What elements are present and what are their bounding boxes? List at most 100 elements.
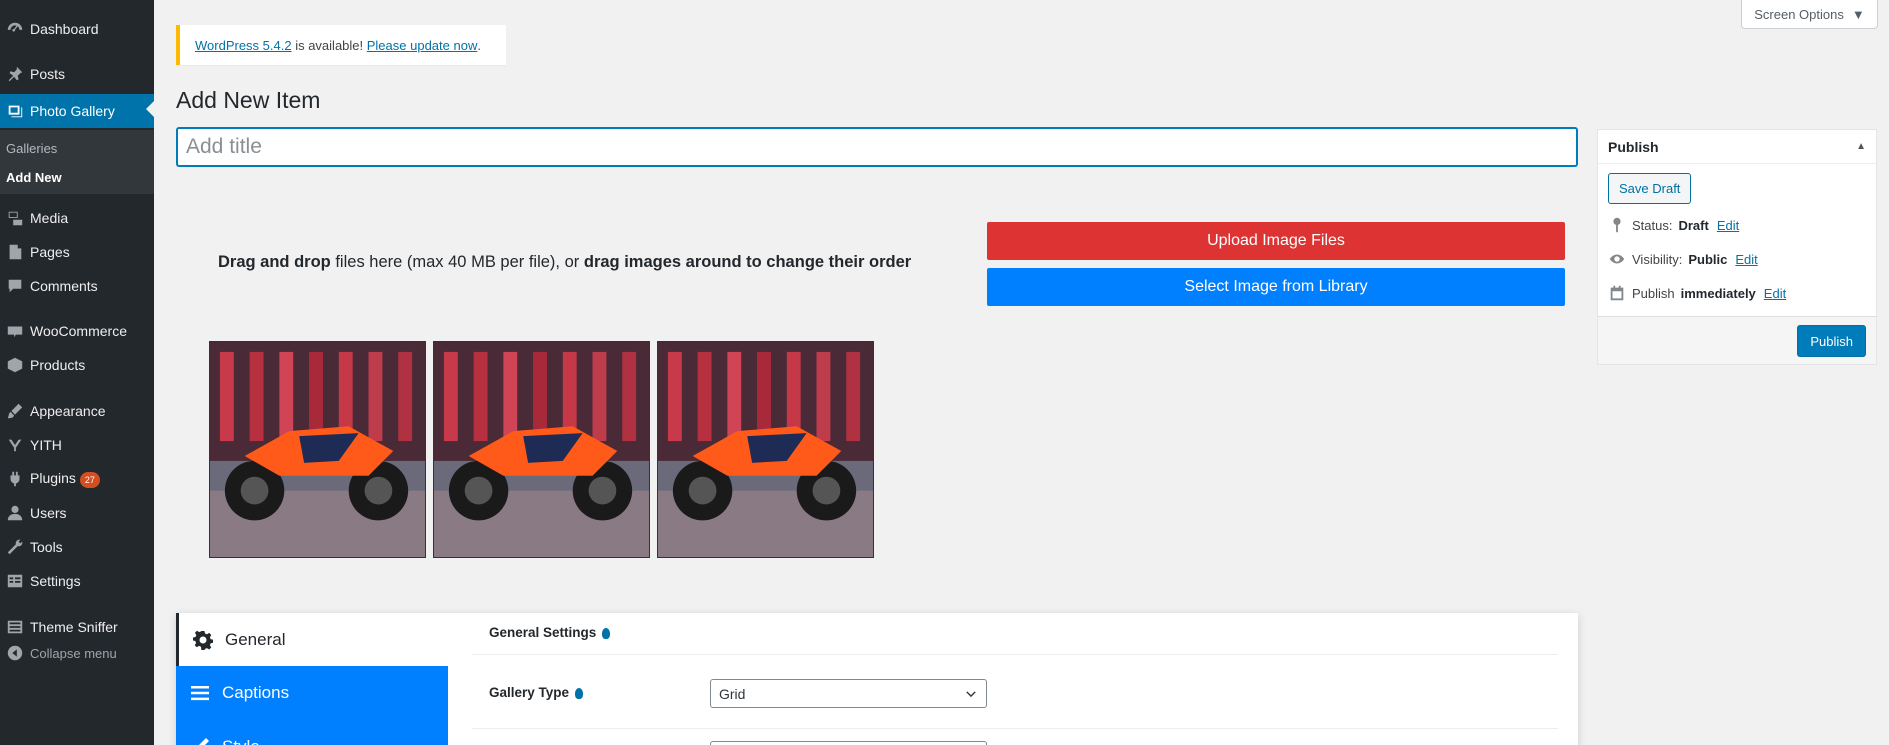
- update-now-link[interactable]: Please update now: [367, 38, 478, 53]
- page-title: Add New Item: [176, 87, 321, 113]
- motorcycle-image: [434, 342, 649, 557]
- gallery-type-value: Grid: [719, 685, 746, 702]
- comments-icon: [0, 276, 30, 296]
- sidebar-item-label: Appearance: [30, 403, 106, 419]
- calendar-icon: [1610, 285, 1624, 301]
- sidebar-item-tools[interactable]: Tools: [0, 532, 154, 562]
- drag-drop-instructions: Drag and drop files here (max 40 MB per …: [218, 253, 911, 272]
- sidebar-item-appearance[interactable]: Appearance: [0, 396, 154, 426]
- sidebar-item-label: Theme Sniffer: [30, 619, 118, 635]
- toggle-panel-icon[interactable]: ▲: [1856, 141, 1866, 152]
- sidebar-item-photo-gallery[interactable]: Photo Gallery: [0, 94, 154, 128]
- yith-icon: [0, 435, 30, 455]
- sidebar-item-products[interactable]: Products: [0, 350, 154, 380]
- sidebar-item-settings[interactable]: Settings: [0, 566, 154, 596]
- pin-icon: [1613, 217, 1621, 233]
- sidebar-item-comments[interactable]: Comments: [0, 271, 154, 301]
- plugin-updates-badge: 27: [79, 471, 100, 488]
- title-input[interactable]: [176, 127, 1578, 167]
- screen-options-button[interactable]: Screen Options ▼: [1741, 0, 1878, 29]
- admin-sidebar: Dashboard Posts Photo Gallery Galleries …: [0, 0, 154, 745]
- tools-icon: [0, 537, 30, 557]
- collapse-label: Collapse menu: [30, 645, 117, 661]
- gallery-thumbnail[interactable]: [433, 341, 650, 558]
- publish-actions: Publish: [1598, 316, 1876, 364]
- motorcycle-image: [210, 342, 425, 557]
- eye-icon: [1609, 254, 1625, 264]
- media-icon: [0, 208, 30, 228]
- screen-options-label: Screen Options: [1754, 6, 1844, 22]
- sidebar-item-label: Dashboard: [30, 21, 99, 37]
- save-draft-button[interactable]: Save Draft: [1608, 173, 1692, 204]
- edit-schedule-link[interactable]: Edit: [1764, 286, 1786, 301]
- collapse-menu-button[interactable]: Collapse menu: [0, 638, 154, 668]
- status-label: Status:: [1632, 217, 1673, 233]
- publish-box-title: Publish: [1608, 138, 1659, 155]
- divider: [472, 728, 1558, 729]
- gallery-thumbnail[interactable]: [209, 341, 426, 558]
- sidebar-item-label: Tools: [30, 539, 63, 555]
- gear-icon: [193, 630, 213, 650]
- sidebar-item-pages[interactable]: Pages: [0, 237, 154, 267]
- dnd-bold-2: drag images around to change their order: [583, 253, 912, 271]
- photo-gallery-submenu: Galleries Add New: [0, 130, 154, 194]
- publish-box: Publish ▲ Save Draft Status: Draft Edit …: [1597, 129, 1877, 365]
- dropdown-arrow-icon: ▼: [1851, 6, 1865, 22]
- sidebar-item-media[interactable]: Media: [0, 203, 154, 233]
- sidebar-item-label: WooCommerce: [30, 323, 127, 339]
- collapse-icon: [0, 643, 30, 663]
- sidebar-item-plugins[interactable]: Plugins 27: [0, 464, 154, 494]
- menu-lines-icon: [191, 686, 209, 701]
- theme-sniffer-icon: [0, 617, 30, 637]
- motorcycle-image: [658, 342, 873, 557]
- tab-captions[interactable]: Captions: [176, 666, 448, 720]
- sidebar-item-users[interactable]: Users: [0, 498, 154, 528]
- publish-box-header[interactable]: Publish ▲: [1598, 130, 1876, 164]
- sidebar-item-posts[interactable]: Posts: [0, 59, 154, 89]
- general-settings-title: General Settings: [489, 625, 611, 640]
- plugins-label: Plugins: [30, 470, 76, 487]
- sidebar-item-label: Pages: [30, 244, 70, 260]
- sidebar-item-label: Photo Gallery: [30, 103, 115, 119]
- schedule-value: immediately: [1680, 285, 1756, 301]
- gallery-type-text: Gallery Type: [489, 685, 570, 700]
- upload-image-files-button[interactable]: Upload Image Files: [987, 222, 1565, 260]
- update-notice: WordPress 5.4.2 is available! Please upd…: [176, 25, 506, 65]
- status-row: Status: Draft Edit: [1608, 216, 1739, 234]
- sidebar-item-label: Comments: [30, 278, 98, 294]
- schedule-label: Publish: [1632, 285, 1675, 301]
- appearance-icon: [0, 401, 30, 421]
- submenu-item-add-new[interactable]: Add New: [6, 170, 62, 185]
- tab-general-label: General: [225, 630, 286, 649]
- lightbulb-icon[interactable]: [574, 687, 583, 699]
- wordpress-version-link[interactable]: WordPress 5.4.2: [195, 38, 292, 53]
- chevron-down-icon: [966, 690, 976, 697]
- users-icon: [0, 503, 30, 523]
- gallery-type-select[interactable]: Grid: [710, 679, 987, 708]
- tab-captions-label: Captions: [222, 683, 290, 702]
- submenu-item-galleries[interactable]: Galleries: [6, 141, 57, 156]
- edit-visibility-link[interactable]: Edit: [1735, 252, 1757, 267]
- lightbulb-icon[interactable]: [602, 627, 611, 639]
- section-title-text: General Settings: [489, 625, 597, 640]
- sidebar-item-label: Posts: [30, 66, 66, 82]
- publish-button[interactable]: Publish: [1797, 325, 1866, 357]
- next-setting-select[interactable]: [710, 741, 987, 745]
- gallery-thumbnail[interactable]: [657, 341, 874, 558]
- plugins-icon: [0, 469, 30, 489]
- tab-general[interactable]: General: [176, 613, 448, 667]
- pages-icon: [0, 242, 30, 262]
- visibility-row: Visibility: Public Edit: [1608, 250, 1758, 268]
- select-from-library-button[interactable]: Select Image from Library: [987, 268, 1565, 306]
- settings-icon: [0, 571, 30, 591]
- divider: [472, 654, 1558, 655]
- visibility-value: Public: [1688, 251, 1728, 267]
- notice-end: .: [477, 37, 481, 53]
- edit-status-link[interactable]: Edit: [1717, 218, 1739, 233]
- sidebar-item-dashboard[interactable]: Dashboard: [0, 14, 154, 44]
- visibility-label: Visibility:: [1632, 251, 1683, 267]
- tab-style[interactable]: Style: [176, 720, 448, 745]
- tab-style-label: Style: [222, 737, 260, 745]
- sidebar-item-woocommerce[interactable]: WooCommerce: [0, 316, 154, 346]
- sidebar-item-yith[interactable]: YITH: [0, 430, 154, 460]
